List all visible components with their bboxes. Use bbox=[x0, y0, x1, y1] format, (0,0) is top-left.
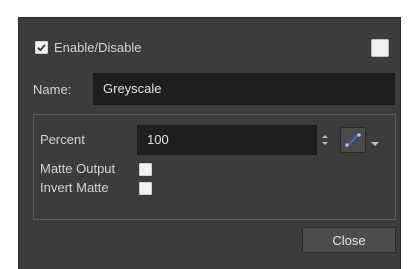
percent-value: 100 bbox=[147, 132, 169, 147]
matte-output-checkbox[interactable] bbox=[139, 163, 152, 176]
color-swatch[interactable] bbox=[371, 39, 389, 57]
name-label: Name: bbox=[33, 82, 72, 97]
name-field[interactable]: Greyscale bbox=[93, 73, 395, 105]
invert-matte-checkbox[interactable] bbox=[139, 182, 152, 195]
function-curve-icon bbox=[345, 133, 361, 147]
checkmark-icon bbox=[37, 44, 46, 52]
function-curve-button[interactable] bbox=[340, 127, 366, 153]
enable-checkbox[interactable] bbox=[35, 41, 48, 54]
percent-field[interactable]: 100 bbox=[137, 125, 317, 155]
spinner-arrows-icon[interactable] bbox=[321, 133, 329, 147]
matte-output-label: Matte Output bbox=[40, 161, 116, 176]
enable-label: Enable/Disable bbox=[54, 40, 142, 55]
chevron-down-icon[interactable] bbox=[370, 135, 380, 146]
layer-properties-dialog: Enable/Disable Name: Greyscale Percent 1… bbox=[18, 17, 401, 269]
percent-label: Percent bbox=[40, 132, 85, 147]
name-value: Greyscale bbox=[103, 81, 162, 96]
close-button[interactable]: Close bbox=[302, 227, 396, 253]
invert-matte-label: Invert Matte bbox=[40, 180, 109, 195]
